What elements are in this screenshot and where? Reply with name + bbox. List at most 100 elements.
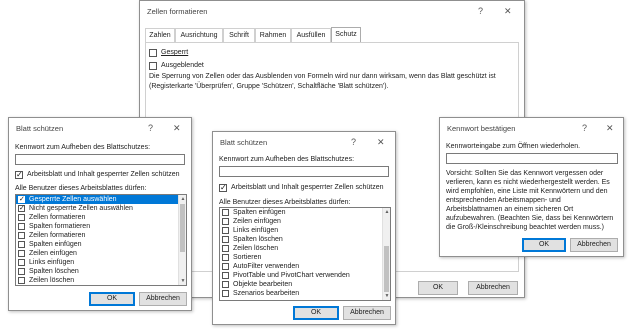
- tab-schrift[interactable]: Schrift: [223, 28, 255, 42]
- scroll-up-icon[interactable]: ▲: [179, 195, 186, 203]
- bs1-cancel-button[interactable]: Abbrechen: [139, 292, 187, 306]
- list-item[interactable]: AutoFilter verwenden: [220, 262, 390, 271]
- list-item[interactable]: Gesperrte Zellen auswählen: [16, 195, 186, 205]
- list-item-checkbox[interactable]: [18, 277, 25, 284]
- list-item-checkbox[interactable]: [18, 232, 25, 239]
- list-item-checkbox[interactable]: [18, 259, 25, 266]
- tab-schutz[interactable]: Schutz: [331, 27, 361, 42]
- kb-warning-line: Arbeitsblattnamen an einem sicheren Ort: [446, 206, 574, 213]
- list-item[interactable]: Spalten löschen: [220, 235, 390, 244]
- bs2-protect-label: Arbeitsblatt und Inhalt gesperrter Zelle…: [231, 184, 384, 191]
- list-item-checkbox[interactable]: [18, 241, 25, 248]
- list-item-checkbox[interactable]: [18, 268, 25, 275]
- list-item-label: Sortieren: [233, 254, 262, 261]
- list-item[interactable]: Links einfügen: [16, 258, 186, 267]
- list-item-checkbox[interactable]: [222, 227, 229, 234]
- list-item-checkbox[interactable]: [18, 223, 25, 230]
- kb-cancel-button[interactable]: Abbrechen: [570, 238, 618, 252]
- list-item[interactable]: Spalten formatieren: [16, 222, 186, 231]
- list-item[interactable]: Spalten einfügen: [220, 208, 390, 217]
- bs2-help-button[interactable]: ?: [351, 136, 356, 148]
- list-item[interactable]: Zeilen einfügen: [220, 217, 390, 226]
- list-item[interactable]: PivotTable und PivotChart verwenden: [220, 271, 390, 280]
- tab-zahlen[interactable]: Zahlen: [145, 28, 175, 42]
- zf-title: Zellen formatieren: [147, 7, 208, 16]
- list-item-checkbox[interactable]: [18, 195, 25, 205]
- list-item-checkbox[interactable]: [18, 204, 25, 214]
- list-item[interactable]: Spalten einfügen: [16, 240, 186, 249]
- list-item[interactable]: Spalten löschen: [16, 267, 186, 276]
- bs1-scrollbar[interactable]: ▲ ▼: [178, 195, 186, 285]
- list-item-label: Links einfügen: [233, 227, 279, 234]
- tab-ausrichtung[interactable]: Ausrichtung: [175, 28, 223, 42]
- scroll-thumb[interactable]: [384, 246, 389, 292]
- bs2-cancel-button[interactable]: Abbrechen: [343, 306, 391, 320]
- list-item[interactable]: Zeilen einfügen: [16, 249, 186, 258]
- list-item-label: Nicht gesperrte Zellen auswählen: [29, 205, 133, 212]
- zf-cancel-button[interactable]: Abbrechen: [468, 281, 518, 295]
- gesperrt-checkbox[interactable]: [149, 49, 157, 57]
- bs2-protect-checkbox[interactable]: [219, 183, 227, 193]
- zf-titlebar: Zellen formatieren ? ✕: [140, 1, 524, 21]
- list-item[interactable]: Sortieren: [220, 253, 390, 262]
- scroll-down-icon[interactable]: ▼: [179, 277, 186, 285]
- bs2-ok-button[interactable]: OK: [293, 306, 339, 320]
- list-item-checkbox[interactable]: [18, 214, 25, 221]
- kb-ok-button[interactable]: OK: [522, 238, 566, 252]
- list-item-checkbox[interactable]: [222, 272, 229, 279]
- list-item-checkbox[interactable]: [222, 236, 229, 243]
- list-item[interactable]: Objekte bearbeiten: [220, 280, 390, 289]
- bs2-password-input[interactable]: [219, 166, 389, 177]
- bs2-title: Blatt schützen: [220, 138, 268, 147]
- schutz-info-line1: Die Sperrung von Zellen oder das Ausblen…: [149, 73, 496, 80]
- bs1-password-input[interactable]: [15, 154, 185, 165]
- kb-warning-line: aufzubewahren. (Beachten Sie, dass bei K…: [446, 215, 614, 222]
- tab-rahmen[interactable]: Rahmen: [255, 28, 291, 42]
- scroll-up-icon[interactable]: ▲: [383, 208, 390, 216]
- tab-ausfuellen[interactable]: Ausfüllen: [291, 28, 331, 42]
- blatt-schuetzen-dialog-1: Blatt schützen ? ✕ Kennwort zum Aufheben…: [8, 117, 192, 311]
- bs2-scrollbar[interactable]: ▲ ▼: [382, 208, 390, 300]
- bs1-protect-checkbox[interactable]: [15, 170, 23, 180]
- kb-reenter-input[interactable]: [446, 153, 618, 164]
- list-item[interactable]: Zellen formatieren: [16, 213, 186, 222]
- list-item-checkbox[interactable]: [18, 250, 25, 257]
- zf-ok-button[interactable]: OK: [418, 281, 458, 295]
- bs1-protect-label: Arbeitsblatt und Inhalt gesperrter Zelle…: [27, 171, 180, 178]
- bs1-close-button[interactable]: ✕: [173, 122, 181, 134]
- list-item[interactable]: Zeilen löschen: [16, 276, 186, 285]
- list-item-checkbox[interactable]: [222, 218, 229, 225]
- list-item-label: Zeilen formatieren: [29, 232, 86, 239]
- list-item-checkbox[interactable]: [222, 245, 229, 252]
- list-item-label: Spalten löschen: [233, 236, 283, 243]
- list-item-label: AutoFilter verwenden: [233, 263, 300, 270]
- list-item[interactable]: Zeilen löschen: [220, 244, 390, 253]
- list-item-checkbox[interactable]: [222, 281, 229, 288]
- list-item-checkbox[interactable]: [222, 290, 229, 297]
- zf-close-button[interactable]: ✕: [504, 5, 512, 17]
- kb-help-button[interactable]: ?: [582, 122, 587, 134]
- ausgeblendet-label: Ausgeblendet: [161, 62, 204, 69]
- zf-help-button[interactable]: ?: [478, 5, 483, 17]
- list-item-label: Gesperrte Zellen auswählen: [29, 196, 117, 203]
- list-item-checkbox[interactable]: [222, 254, 229, 261]
- scroll-thumb[interactable]: [180, 204, 185, 252]
- list-item[interactable]: Links einfügen: [220, 226, 390, 235]
- list-item[interactable]: Szenarios bearbeiten: [220, 289, 390, 298]
- bs1-help-button[interactable]: ?: [148, 122, 153, 134]
- bs2-close-button[interactable]: ✕: [377, 136, 385, 148]
- bs2-permissions-list: Spalten einfügen Zeilen einfügen Links e…: [219, 207, 391, 301]
- bs1-allow-label: Alle Benutzer dieses Arbeitsblattes dürf…: [15, 185, 147, 192]
- ausgeblendet-checkbox[interactable]: [149, 62, 157, 70]
- list-item[interactable]: Nicht gesperrte Zellen auswählen: [16, 204, 186, 214]
- bs1-ok-button[interactable]: OK: [89, 292, 135, 306]
- scroll-down-icon[interactable]: ▼: [383, 292, 390, 300]
- kb-close-button[interactable]: ✕: [606, 122, 614, 134]
- bs2-password-label: Kennwort zum Aufheben des Blattschutzes:: [219, 156, 355, 163]
- list-item-label: Spalten löschen: [29, 268, 79, 275]
- kb-warning-line: Vorsicht: Sollten Sie das Kennwort verge…: [446, 170, 604, 177]
- kb-warning-line: entsprechenden Arbeitsmappen- und: [446, 197, 561, 204]
- list-item-checkbox[interactable]: [222, 209, 229, 216]
- list-item-checkbox[interactable]: [222, 263, 229, 270]
- list-item[interactable]: Zeilen formatieren: [16, 231, 186, 240]
